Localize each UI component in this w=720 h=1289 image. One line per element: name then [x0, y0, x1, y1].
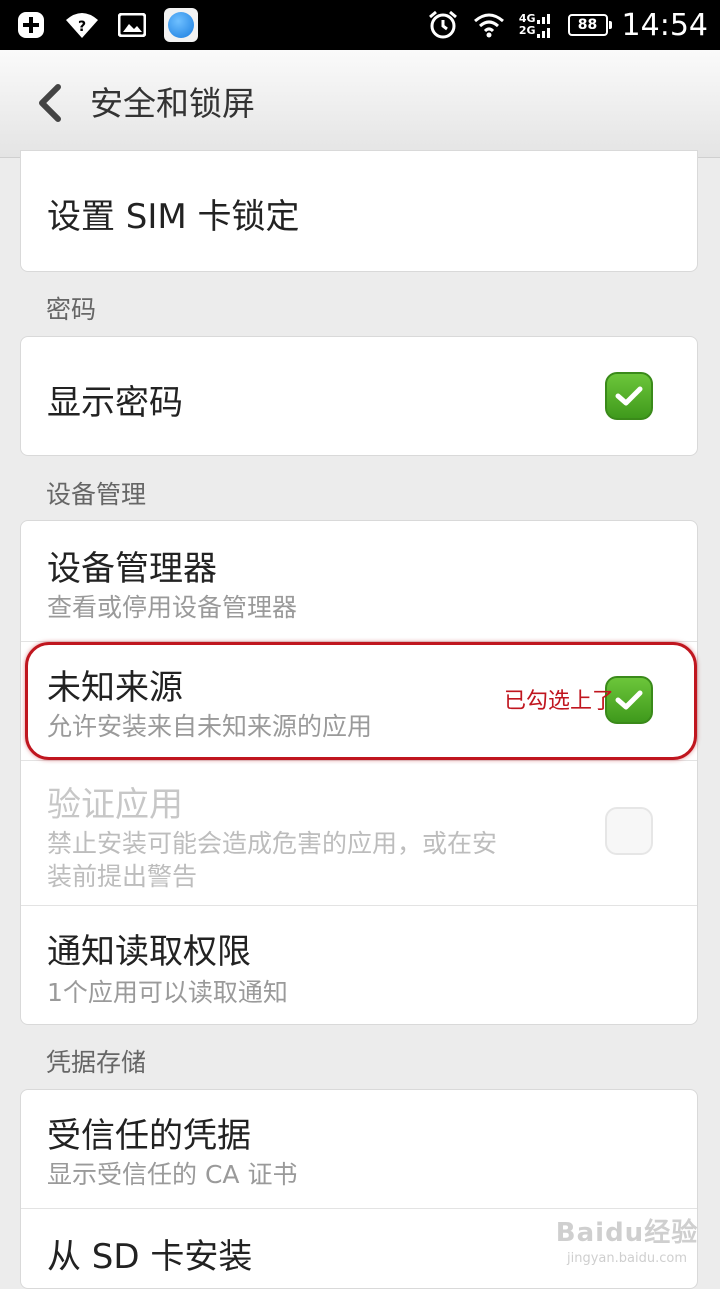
svg-text:?: ? [78, 19, 86, 35]
trusted-credentials-subtitle: 显示受信任的 CA 证书 [47, 1160, 298, 1189]
notification-access-row[interactable]: 通知读取权限 1个应用可以读取通知 [21, 906, 697, 1024]
annotation-label: 已勾选上了 [504, 689, 615, 714]
chevron-left-icon [39, 84, 61, 122]
back-button[interactable] [30, 83, 70, 123]
watermark: Baidu经验 jingyan.baidu.com [552, 1212, 702, 1266]
sim-lock-title: 设置 SIM 卡锁定 [47, 197, 300, 237]
verify-apps-checkbox[interactable] [605, 807, 653, 855]
battery-icon: 88 [567, 14, 612, 36]
status-bar: ? 4G 2G 88 14:54 [0, 0, 720, 50]
status-time: 14:54 [621, 7, 708, 43]
section-header-credential: 凭据存储 [46, 1048, 147, 1077]
verify-apps-title: 验证应用 [47, 785, 183, 825]
verify-apps-row[interactable]: 验证应用 禁止安装可能会造成危害的应用，或在安 装前提出警告 [21, 761, 697, 905]
install-from-sd-title: 从 SD 卡安装 [47, 1237, 253, 1277]
trusted-credentials-row[interactable]: 受信任的凭据 显示受信任的 CA 证书 [21, 1090, 697, 1208]
show-password-checkbox[interactable] [605, 372, 653, 420]
section-header-device: 设备管理 [46, 480, 147, 509]
verify-apps-subtitle-line2: 装前提出警告 [47, 862, 198, 891]
notification-access-subtitle: 1个应用可以读取通知 [47, 978, 288, 1007]
app-icon [164, 8, 198, 42]
device-admin-row[interactable]: 设备管理器 查看或停用设备管理器 [21, 521, 697, 641]
section-header-password: 密码 [46, 295, 97, 324]
watermark-brand: Baidu经验 [555, 1218, 699, 1248]
password-card: 显示密码 [20, 336, 698, 456]
watermark-url: jingyan.baidu.com [567, 1251, 687, 1266]
device-admin-subtitle: 查看或停用设备管理器 [47, 593, 298, 622]
signal-icon: 4G 2G [519, 10, 554, 40]
show-password-row[interactable]: 显示密码 [21, 337, 697, 455]
wifi-icon [473, 12, 505, 38]
title-bar: 安全和锁屏 [0, 50, 720, 158]
verify-apps-subtitle-line1: 禁止安装可能会造成危害的应用，或在安 [47, 829, 498, 858]
device-card: 设备管理器 查看或停用设备管理器 未知来源 允许安装来自未知来源的应用 验证应用… [20, 520, 698, 1025]
add-icon [16, 10, 46, 40]
wifi-question-icon: ? [64, 10, 100, 40]
device-admin-title: 设备管理器 [47, 549, 217, 589]
notification-access-title: 通知读取权限 [47, 932, 251, 972]
sim-lock-card: 设置 SIM 卡锁定 [20, 150, 698, 272]
check-icon [615, 386, 643, 406]
trusted-credentials-title: 受信任的凭据 [47, 1116, 251, 1156]
page-title: 安全和锁屏 [90, 84, 255, 123]
sim-lock-row[interactable]: 设置 SIM 卡锁定 [21, 151, 697, 271]
alarm-icon [427, 10, 459, 40]
show-password-title: 显示密码 [47, 383, 183, 423]
image-icon [118, 13, 146, 37]
